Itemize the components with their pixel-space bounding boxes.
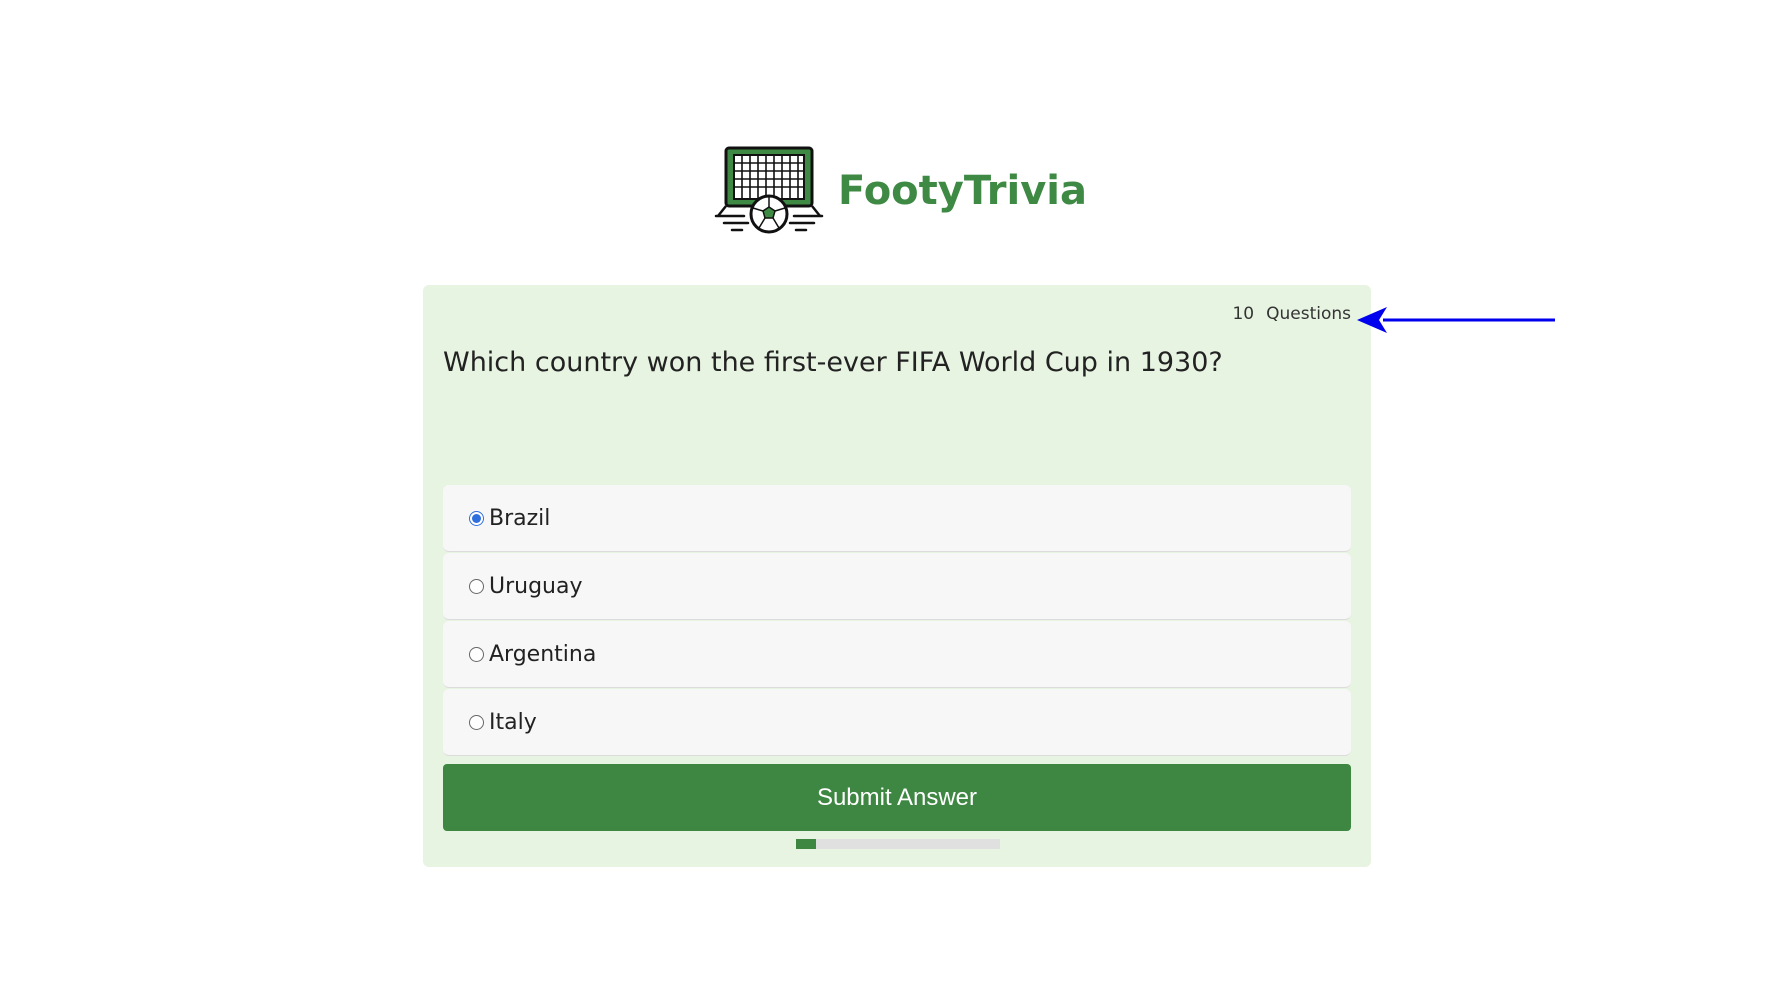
radio-button[interactable]: [469, 510, 484, 526]
submit-answer-button[interactable]: Submit Answer: [443, 764, 1351, 831]
radio-button[interactable]: [469, 578, 484, 594]
radio-button[interactable]: [469, 646, 484, 662]
question-count-number: 10: [1232, 304, 1255, 324]
option-label: Brazil: [489, 505, 551, 531]
option-argentina[interactable]: Argentina: [443, 621, 1351, 688]
arrow-left-icon: [1357, 307, 1555, 333]
progress-bar: [796, 839, 1000, 849]
option-label: Argentina: [489, 641, 597, 667]
option-label: Italy: [489, 709, 537, 735]
quiz-card: 10 Questions Which country won the first-…: [423, 285, 1371, 867]
question-text: Which country won the first-ever FIFA Wo…: [443, 347, 1223, 378]
option-italy[interactable]: Italy: [443, 689, 1351, 756]
answer-options: Brazil Uruguay Argentina Italy: [443, 485, 1351, 757]
page: FootyTrivia 10 Questions Which country wo…: [0, 0, 1786, 1002]
progress-fill: [796, 839, 817, 849]
soccer-goal-icon: [714, 146, 824, 234]
radio-button[interactable]: [469, 714, 484, 730]
brand-title: FootyTrivia: [838, 168, 1087, 214]
option-brazil[interactable]: Brazil: [443, 485, 1351, 552]
question-count: 10 Questions: [1232, 304, 1351, 324]
question-count-label: Questions: [1266, 304, 1351, 324]
option-label: Uruguay: [489, 573, 583, 599]
option-uruguay[interactable]: Uruguay: [443, 553, 1351, 620]
header: FootyTrivia: [714, 146, 1087, 236]
